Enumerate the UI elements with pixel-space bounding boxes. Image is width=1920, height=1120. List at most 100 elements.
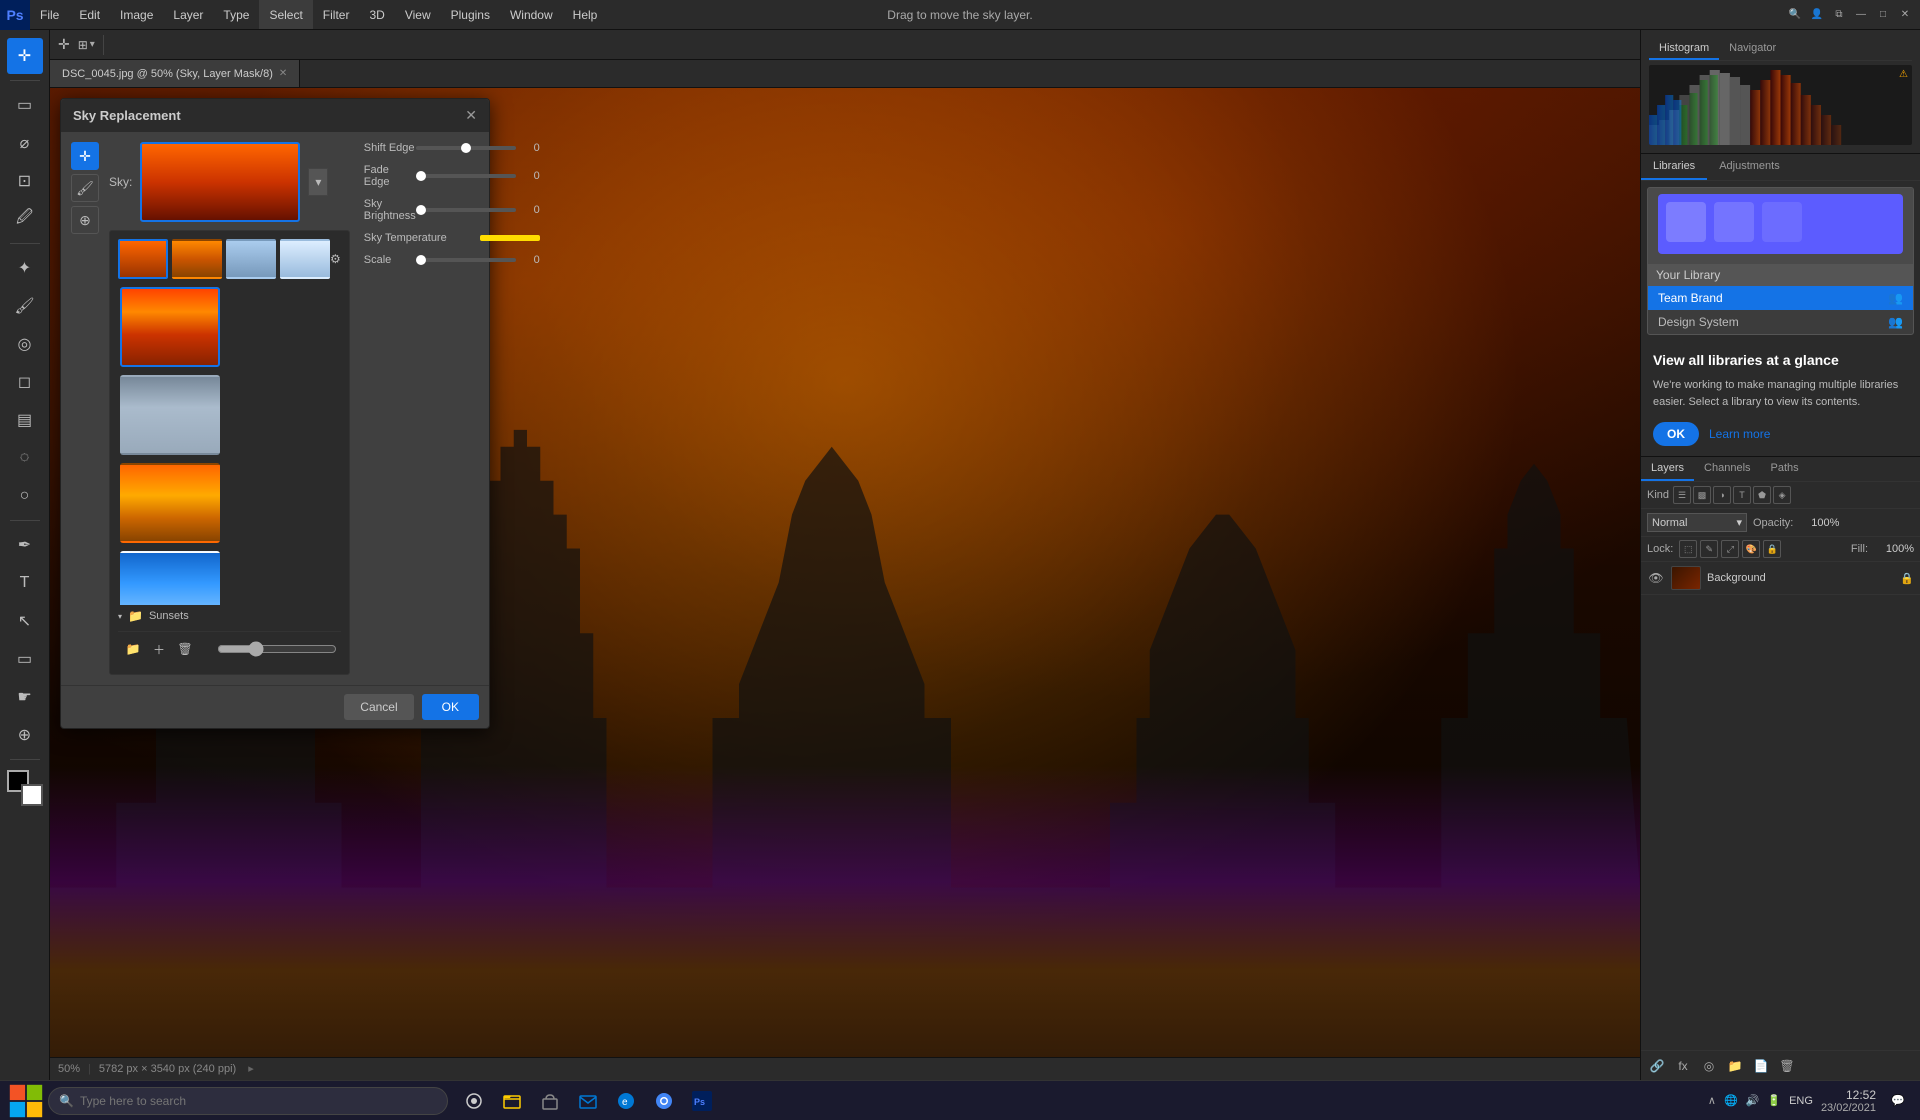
search-btn[interactable]: 🔍 xyxy=(1788,8,1802,22)
sky-item-sunset1[interactable] xyxy=(120,287,220,367)
canvas-area[interactable]: Sky Replacement ✕ ✛ 🖌 ⊕ Sky: xyxy=(50,88,1640,1080)
background-color[interactable] xyxy=(21,784,43,806)
menu-3d[interactable]: 3D xyxy=(359,0,394,29)
cancel-button[interactable]: Cancel xyxy=(344,694,413,720)
fg-bg-colors[interactable] xyxy=(7,770,43,806)
design-system-item[interactable]: Design System 👥 xyxy=(1648,310,1913,334)
clock[interactable]: 12:52 23/02/2021 xyxy=(1821,1088,1876,1114)
blend-mode-dropdown[interactable]: Normal ▾ xyxy=(1647,513,1747,532)
lasso-tool[interactable]: ⌀ xyxy=(7,125,43,161)
sky-thumb-2[interactable] xyxy=(172,239,222,279)
tab-layers[interactable]: Layers xyxy=(1641,457,1694,481)
kind-vector[interactable]: ⬟ xyxy=(1753,486,1771,504)
kind-pixel[interactable]: ▩ xyxy=(1693,486,1711,504)
tab-navigator[interactable]: Navigator xyxy=(1719,38,1786,60)
brush-tool[interactable]: 🖌 xyxy=(7,288,43,324)
sky-dropdown-btn[interactable]: ▾ xyxy=(308,168,328,196)
menu-image[interactable]: Image xyxy=(110,0,163,29)
layer-delete-icon[interactable]: 🗑 xyxy=(1777,1056,1797,1076)
sky-size-slider[interactable] xyxy=(217,641,337,657)
menu-edit[interactable]: Edit xyxy=(69,0,110,29)
lock-artboard[interactable]: 🎨 xyxy=(1742,540,1760,558)
dialog-close-btn[interactable]: ✕ xyxy=(465,107,477,124)
pen-tool[interactable]: ✒ xyxy=(7,527,43,563)
dodge-tool[interactable]: ○ xyxy=(7,478,43,514)
sky-item-sunset2[interactable] xyxy=(120,463,220,543)
lib-learn-button[interactable]: Learn more xyxy=(1709,427,1770,441)
more-info[interactable]: ▸ xyxy=(248,1062,254,1075)
kind-text[interactable]: T xyxy=(1733,486,1751,504)
kind-smart[interactable]: ◈ xyxy=(1773,486,1791,504)
mail-btn[interactable] xyxy=(570,1083,606,1119)
fill-value[interactable]: 100% xyxy=(1874,543,1914,555)
sky-folder-icon[interactable]: 📁 xyxy=(122,638,144,660)
move-tool-icon[interactable]: ✛ xyxy=(58,36,70,53)
crop-tool[interactable]: ⊡ xyxy=(7,163,43,199)
sky-thumb-1[interactable] xyxy=(118,239,168,279)
sky-thumb-4[interactable] xyxy=(280,239,330,279)
layer-new-icon[interactable]: 📄 xyxy=(1751,1056,1771,1076)
healing-tool[interactable]: ✦ xyxy=(7,250,43,286)
lock-position[interactable]: ⤢ xyxy=(1721,540,1739,558)
opacity-value[interactable]: 100% xyxy=(1799,517,1839,529)
hand-tool[interactable]: ☛ xyxy=(7,679,43,715)
arrange-btn[interactable]: ⧉ xyxy=(1832,8,1846,22)
menu-help[interactable]: Help xyxy=(563,0,608,29)
volume-icon[interactable]: 🔊 xyxy=(1746,1094,1760,1107)
sunsets-header[interactable]: ▾ 📁 Sunsets xyxy=(118,605,341,627)
menu-window[interactable]: Window xyxy=(500,0,563,29)
sky-settings-btn[interactable]: ⚙ xyxy=(330,252,341,266)
sky-item-blue1[interactable] xyxy=(120,551,220,605)
tab-libraries[interactable]: Libraries xyxy=(1641,154,1707,180)
lib-ok-button[interactable]: OK xyxy=(1653,422,1699,446)
menu-file[interactable]: File xyxy=(30,0,69,29)
zoom-tool[interactable]: ⊕ xyxy=(7,717,43,753)
menu-plugins[interactable]: Plugins xyxy=(441,0,500,29)
task-view-btn[interactable] xyxy=(456,1083,492,1119)
search-input[interactable] xyxy=(80,1094,437,1108)
team-brand-item[interactable]: Team Brand 👥 xyxy=(1648,286,1913,310)
tab-adjustments[interactable]: Adjustments xyxy=(1707,154,1792,180)
lock-transparent[interactable]: ⬚ xyxy=(1679,540,1697,558)
close-btn[interactable]: ✕ xyxy=(1898,8,1912,22)
tab-histogram[interactable]: Histogram xyxy=(1649,38,1719,60)
sky-zoom-tool[interactable]: ⊕ xyxy=(71,206,99,234)
lock-all[interactable]: 🔒 xyxy=(1763,540,1781,558)
brightness-thumb[interactable] xyxy=(416,205,426,215)
clone-tool[interactable]: ◎ xyxy=(7,326,43,362)
sky-thumb-3[interactable] xyxy=(226,239,276,279)
path-selection-tool[interactable]: ↖ xyxy=(7,603,43,639)
menu-view[interactable]: View xyxy=(395,0,441,29)
sky-scroll-area[interactable] xyxy=(118,285,341,605)
shift-edge-thumb[interactable] xyxy=(461,143,471,153)
sky-brush-tool[interactable]: 🖌 xyxy=(71,174,99,202)
scale-thumb[interactable] xyxy=(416,255,426,265)
document-tab[interactable]: DSC_0045.jpg @ 50% (Sky, Layer Mask/8) ✕ xyxy=(50,60,300,87)
fade-edge-thumb[interactable] xyxy=(416,171,426,181)
sky-preview-main[interactable] xyxy=(140,142,300,222)
tray-chevron[interactable]: ∧ xyxy=(1708,1094,1716,1107)
edge-btn[interactable]: e xyxy=(608,1083,644,1119)
network-icon[interactable]: 🌐 xyxy=(1724,1094,1738,1107)
tab-paths[interactable]: Paths xyxy=(1761,457,1809,481)
start-button[interactable] xyxy=(8,1083,44,1119)
menu-select[interactable]: Select xyxy=(259,0,312,29)
layer-link-icon[interactable]: 🔗 xyxy=(1647,1056,1667,1076)
layer-visibility-eye[interactable]: 👁 xyxy=(1647,569,1665,587)
your-library-item[interactable]: Your Library xyxy=(1648,264,1913,286)
selection-tool[interactable]: ▭ xyxy=(7,87,43,123)
lock-image[interactable]: ✎ xyxy=(1700,540,1718,558)
text-tool[interactable]: T xyxy=(7,565,43,601)
photoshop-btn[interactable]: Ps xyxy=(684,1083,720,1119)
chrome-btn[interactable] xyxy=(646,1083,682,1119)
layer-fx-icon[interactable]: fx xyxy=(1673,1056,1693,1076)
menu-layer[interactable]: Layer xyxy=(163,0,213,29)
sky-move-tool[interactable]: ✛ xyxy=(71,142,99,170)
menu-filter[interactable]: Filter xyxy=(313,0,360,29)
account-btn[interactable]: 👤 xyxy=(1810,8,1824,22)
layer-group-icon[interactable]: 📁 xyxy=(1725,1056,1745,1076)
blur-tool[interactable]: ◌ xyxy=(7,440,43,476)
sky-add-icon[interactable]: ＋ xyxy=(148,638,170,660)
transform-controls[interactable]: ⊞ ▾ xyxy=(78,38,95,52)
notification-btn[interactable]: 💬 xyxy=(1884,1087,1912,1115)
